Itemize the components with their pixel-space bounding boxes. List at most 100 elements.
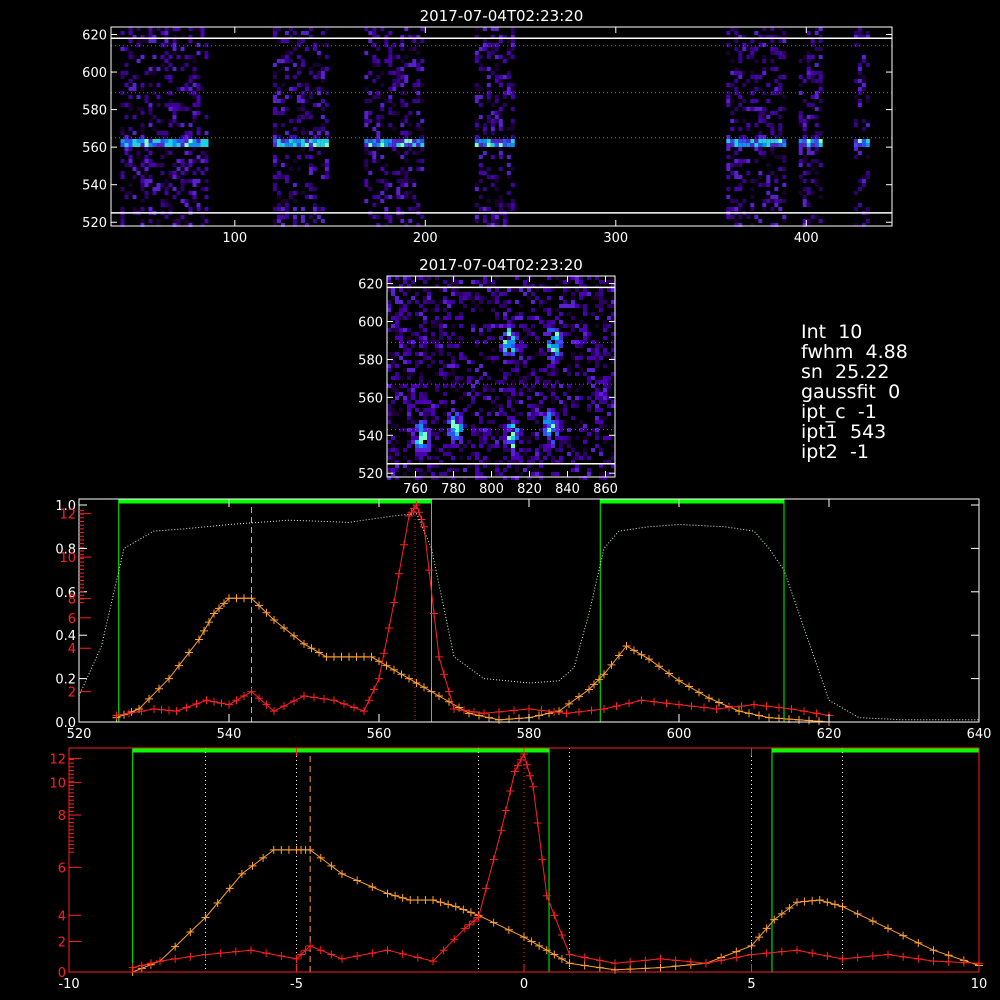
heatmap-cell bbox=[276, 219, 281, 223]
heatmap-cell bbox=[296, 83, 301, 87]
heatmap-cell bbox=[478, 163, 483, 167]
heatmap-cell bbox=[507, 404, 511, 408]
heatmap-cell bbox=[192, 199, 197, 203]
heatmap-cell bbox=[482, 215, 487, 219]
heatmap-cell bbox=[419, 424, 423, 428]
heatmap-cell bbox=[395, 392, 399, 396]
heatmap-cell bbox=[499, 424, 503, 428]
heatmap-cell bbox=[427, 448, 431, 452]
heatmap-cell bbox=[431, 408, 435, 412]
heatmap-cell bbox=[523, 448, 527, 452]
heatmap-cell bbox=[543, 448, 547, 452]
heatmap-cell bbox=[412, 83, 417, 87]
heatmap-cell bbox=[762, 151, 767, 155]
heatmap-cell bbox=[502, 139, 507, 143]
heatmap-cell bbox=[447, 344, 451, 348]
heatmap-cell bbox=[420, 59, 425, 63]
heatmap-cell bbox=[300, 143, 305, 147]
heatmap-cell bbox=[423, 436, 427, 440]
heatmap-cell bbox=[567, 444, 571, 448]
heatmap-cell bbox=[519, 456, 523, 460]
heatmap-cell bbox=[506, 127, 511, 131]
heatmap-cell bbox=[611, 288, 615, 292]
heatmap-cell bbox=[404, 63, 409, 67]
heatmap-cell bbox=[498, 147, 503, 151]
heatmap-cell bbox=[292, 215, 297, 219]
heatmap-cell bbox=[387, 312, 391, 316]
heatmap-cell bbox=[415, 292, 419, 296]
heatmap-cell bbox=[292, 63, 297, 67]
heatmap-cell bbox=[571, 456, 575, 460]
heatmap-cell bbox=[204, 159, 209, 163]
heatmap-cell bbox=[802, 187, 807, 191]
heatmap-cell bbox=[419, 452, 423, 456]
heatmap-cell bbox=[403, 396, 407, 400]
heatmap-cell bbox=[128, 159, 133, 163]
heatmap-cell bbox=[543, 396, 547, 400]
heatmap-cell bbox=[486, 139, 491, 143]
heatmap-cell bbox=[288, 59, 293, 63]
heatmap-cell bbox=[599, 304, 603, 308]
heatmap-cell bbox=[324, 67, 329, 71]
heatmap-cell bbox=[531, 456, 535, 460]
heatmap-cell bbox=[380, 143, 385, 147]
heatmap-cell bbox=[120, 47, 125, 51]
heatmap-cell bbox=[140, 107, 145, 111]
heatmap-cell bbox=[312, 135, 317, 139]
heatmap-cell bbox=[156, 131, 161, 135]
heatmap-cell bbox=[168, 139, 173, 143]
heatmap-cell bbox=[778, 39, 783, 43]
heatmap-cell bbox=[806, 63, 811, 67]
heatmap-cell bbox=[423, 420, 427, 424]
heatmap-cell bbox=[734, 187, 739, 191]
heatmap-cell bbox=[798, 163, 803, 167]
heatmap-cell bbox=[132, 115, 137, 119]
heatmap-cell bbox=[531, 300, 535, 304]
heatmap-cell bbox=[599, 396, 603, 400]
heatmap-cell bbox=[774, 187, 779, 191]
heatmap-cell bbox=[419, 312, 423, 316]
heatmap-cell bbox=[180, 171, 185, 175]
heatmap-cell bbox=[567, 304, 571, 308]
heatmap-cell bbox=[136, 27, 141, 31]
heatmap-cell bbox=[810, 159, 815, 163]
heatmap-cell bbox=[192, 143, 197, 147]
heatmap-cell bbox=[503, 448, 507, 452]
heatmap-cell bbox=[547, 380, 551, 384]
heatmap-cell bbox=[482, 219, 487, 223]
heatmap-cell bbox=[451, 436, 455, 440]
heatmap-cell bbox=[392, 171, 397, 175]
heatmap-cell bbox=[479, 432, 483, 436]
heatmap-cell bbox=[575, 400, 579, 404]
heatmap-cell bbox=[531, 384, 535, 388]
heatmap-cell bbox=[168, 43, 173, 47]
heatmap-cell bbox=[451, 372, 455, 376]
red-y-tick-label: 8 bbox=[58, 809, 66, 824]
heatmap-cell bbox=[395, 364, 399, 368]
heatmap-cell bbox=[547, 348, 551, 352]
heatmap-cell bbox=[443, 296, 447, 300]
heatmap-cell bbox=[595, 388, 599, 392]
heatmap-cell bbox=[423, 308, 427, 312]
heatmap-cell bbox=[316, 55, 321, 59]
heatmap-cell bbox=[284, 155, 289, 159]
heatmap-cell bbox=[136, 59, 141, 63]
heatmap-cell bbox=[502, 143, 507, 147]
heatmap-cell bbox=[531, 292, 535, 296]
heatmap-cell bbox=[384, 187, 389, 191]
heatmap-cell bbox=[494, 43, 499, 47]
heatmap-cell bbox=[132, 175, 137, 179]
heatmap-cell bbox=[276, 203, 281, 207]
heatmap-cell bbox=[599, 308, 603, 312]
heatmap-cell bbox=[510, 47, 515, 51]
heatmap-cell bbox=[392, 143, 397, 147]
heatmap-cell bbox=[865, 175, 870, 179]
heatmap-cell bbox=[806, 219, 811, 223]
heatmap-cell bbox=[474, 127, 479, 131]
heatmap-cell bbox=[502, 215, 507, 219]
heatmap-cell bbox=[284, 203, 289, 207]
heatmap-cell bbox=[603, 440, 607, 444]
heatmap-cell bbox=[168, 151, 173, 155]
heatmap-cell bbox=[490, 175, 495, 179]
heatmap-cell bbox=[407, 468, 411, 472]
